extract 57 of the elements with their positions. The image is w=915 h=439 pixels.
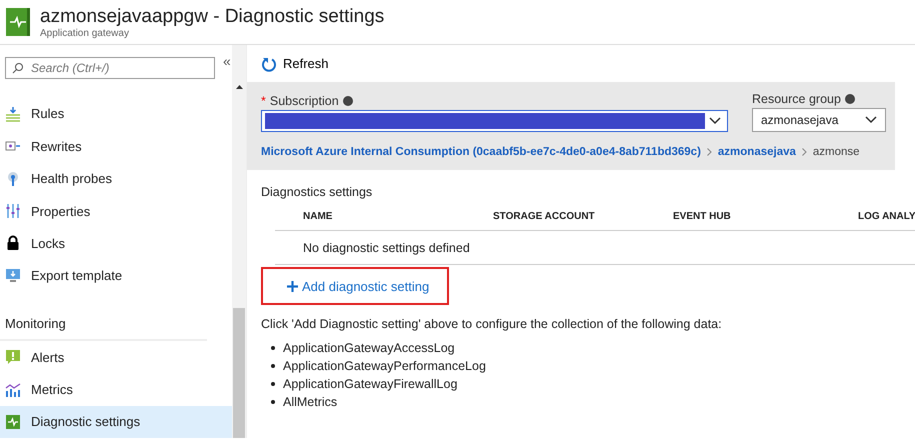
plus-icon <box>287 280 298 292</box>
info-icon <box>844 94 855 104</box>
field-label: Subscription <box>270 94 339 108</box>
lock-icon <box>5 235 21 252</box>
monitor-icon <box>5 268 21 284</box>
bullet-dot <box>271 346 275 350</box>
sidebar-item[interactable]: Properties <box>0 194 232 228</box>
collapse-button[interactable]: « <box>223 53 231 69</box>
refresh-icon <box>261 56 277 72</box>
sidebar-item[interactable]: Rewrites <box>0 130 232 163</box>
data-item: ApplicationGatewayFirewallLog <box>283 377 458 391</box>
chevron-right-icon <box>802 148 807 156</box>
pulse-icon <box>5 414 21 430</box>
breadcrumb-link[interactable]: azmonasejava <box>718 146 796 158</box>
chevron-icon <box>709 117 721 125</box>
sidebar-item[interactable]: Metrics <box>0 373 232 406</box>
sidebar-item[interactable]: Alerts <box>0 340 232 374</box>
sidebar-item[interactable]: Diagnostic settings <box>0 406 232 438</box>
resource-group-dropdown[interactable]: azmonasejava <box>752 108 886 132</box>
bullet-dot <box>271 400 275 404</box>
sidebar-item[interactable]: Locks <box>0 227 232 260</box>
hint-text: Click 'Add Diagnostic setting' above to configure the collection of the following data: <box>261 317 723 331</box>
page-subtitle: Application gateway <box>40 28 130 38</box>
data-item: AllMetrics <box>283 395 338 409</box>
section-heading: Monitoring <box>0 292 207 341</box>
column-header: STORAGE ACCOUNT <box>493 211 596 222</box>
sidebar-item[interactable]: Export template <box>0 260 232 292</box>
section-title: Diagnostics settings <box>261 185 374 199</box>
sidebar-item[interactable]: Rules <box>0 98 232 130</box>
scroll-up-icon[interactable] <box>236 85 242 89</box>
search-field[interactable]: Search (Ctrl+/) <box>5 57 215 79</box>
required-mark: * <box>261 94 266 108</box>
subscription-dropdown[interactable] <box>261 110 728 132</box>
refresh-button[interactable]: Refresh <box>261 45 335 82</box>
data-item: ApplicationGatewayAccessLog <box>283 341 455 355</box>
bar-chart-icon <box>5 382 21 398</box>
bullet-dot <box>271 382 275 386</box>
lines-icon <box>5 106 21 122</box>
chevron-icon <box>865 116 877 124</box>
alert-icon <box>5 349 21 366</box>
gateway-icon <box>6 8 30 36</box>
info-icon <box>342 96 353 106</box>
breadcrumb-link[interactable]: Microsoft Azure Internal Consumption (0caabf5b-ee7c-4de0-a0e4-8ab711bd369c) <box>261 146 701 158</box>
breadcrumb-text: azmonse <box>812 146 860 158</box>
column-header: NAME <box>303 211 334 222</box>
scrollbar[interactable] <box>232 45 246 438</box>
data-item: ApplicationGatewayPerformanceLog <box>283 359 486 373</box>
probe-icon <box>5 170 21 187</box>
sidebar-item[interactable]: Health probes <box>0 162 232 195</box>
add-setting-button[interactable]: Add diagnostic setting <box>261 267 449 305</box>
field-label: Resource group <box>752 92 841 106</box>
sliders-icon <box>5 203 21 220</box>
chevron-right-icon <box>706 148 712 156</box>
bullet-dot <box>271 364 275 368</box>
column-header: EVENT HUB <box>673 211 732 222</box>
empty-message: No diagnostic settings defined <box>275 231 915 265</box>
page-title: azmonsejavaappgw - Diagnostic settings <box>40 6 384 28</box>
